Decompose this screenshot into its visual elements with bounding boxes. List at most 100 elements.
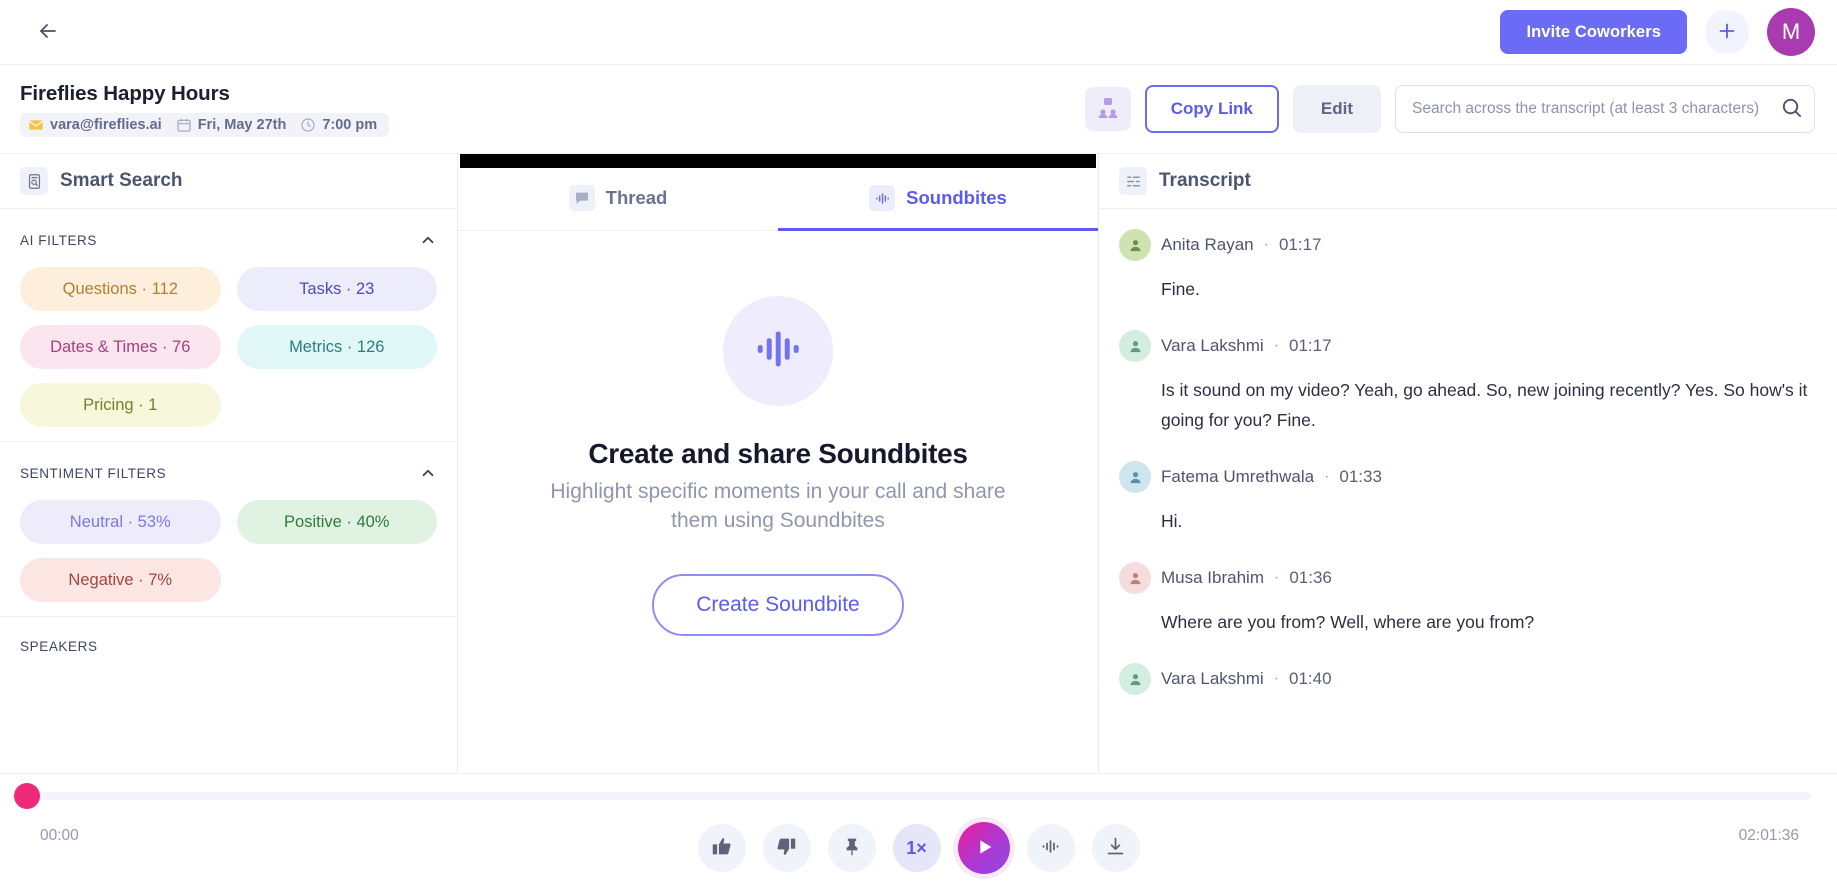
thread-icon [568, 185, 595, 211]
filter-chip-pricing[interactable]: Pricing · 1 [20, 383, 221, 427]
play-button[interactable] [957, 822, 1010, 874]
waveform-icon [1040, 836, 1061, 860]
ai-filters-section: AI FILTERS Questions · 112 Tasks · 23 Da… [0, 209, 457, 442]
playhead-handle[interactable] [14, 783, 40, 809]
transcript-lines-icon [1119, 167, 1147, 195]
filter-chip-tasks[interactable]: Tasks · 23 [236, 267, 437, 311]
filter-chip-neutral[interactable]: Neutral · 53% [20, 500, 221, 544]
tab-soundbites[interactable]: Soundbites [778, 168, 1098, 231]
transcript-entry-header: Musa Ibrahim · 01:36 [1119, 562, 1809, 595]
smart-search-sidebar: Smart Search AI FILTERS Questions · 112 … [0, 154, 458, 773]
transcript-entry[interactable]: Vara Lakshmi · 01:40 [1119, 663, 1809, 696]
create-soundbite-button[interactable]: Create Soundbite [652, 573, 904, 636]
speakers-header[interactable]: SPEAKERS [20, 639, 437, 654]
speaker-timestamp[interactable]: 01:17 [1279, 235, 1322, 255]
sentiment-filter-chips: Neutral · 53% Positive · 40% Negative · … [20, 500, 437, 602]
center-panel: Thread Soundbites Create and share Sound… [458, 154, 1099, 773]
empty-state-title: Create and share Soundbites [588, 438, 968, 469]
meta-time: 7:00 pm [300, 117, 377, 133]
top-bar-actions: Invite Coworkers M [1500, 8, 1815, 56]
user-avatar[interactable]: M [1767, 8, 1815, 56]
thumbs-down-button[interactable] [762, 824, 811, 872]
filter-chip-positive[interactable]: Positive · 40% [236, 500, 437, 544]
ai-filters-header[interactable]: AI FILTERS [20, 231, 437, 249]
meeting-meta: vara@fireflies.ai Fri, May 27th 7:00 pm [20, 112, 390, 137]
playback-speed-button[interactable]: 1× [892, 824, 941, 872]
sentiment-filters-header[interactable]: SENTIMENT FILTERS [20, 464, 437, 482]
share-people-button[interactable] [1084, 87, 1131, 131]
play-icon [973, 836, 995, 861]
filters-scroll-area[interactable]: AI FILTERS Questions · 112 Tasks · 23 Da… [0, 209, 457, 773]
smart-search-title: Smart Search [60, 170, 183, 191]
transcript-text: Hi. [1161, 511, 1183, 532]
add-button[interactable] [1705, 10, 1749, 54]
clock-icon [300, 117, 316, 133]
speaker-avatar [1119, 330, 1151, 363]
transcript-panel: Transcript Anita Rayan · 01:17 Fine. Var… [1099, 154, 1837, 773]
filter-chip-negative[interactable]: Negative · 7% [20, 558, 221, 602]
transcript-entry[interactable]: Anita Rayan · 01:17 Fine. [1119, 229, 1809, 304]
thumbs-down-icon [776, 836, 797, 860]
transcript-search [1395, 85, 1815, 133]
seek-track[interactable] [14, 783, 1811, 809]
transcript-entry[interactable]: Musa Ibrahim · 01:36 Where are you from?… [1119, 562, 1809, 637]
separator-dot: · [1263, 236, 1269, 253]
transcript-entry-header: Fatema Umrethwala · 01:33 [1119, 461, 1809, 494]
speaker-avatar [1119, 663, 1151, 696]
transcript-list[interactable]: Anita Rayan · 01:17 Fine. Vara Lakshmi ·… [1099, 209, 1837, 773]
transcript-text: Where are you from? Well, where are you … [1161, 612, 1535, 633]
edit-button[interactable]: Edit [1292, 85, 1381, 133]
arrow-left-icon [36, 19, 60, 46]
playback-speed-label: 1× [906, 837, 927, 858]
soundbite-waveform-icon [751, 322, 805, 381]
calendar-icon [176, 117, 192, 133]
search-input[interactable] [1395, 85, 1815, 133]
speaker-timestamp[interactable]: 01:17 [1289, 336, 1332, 356]
invite-coworkers-button[interactable]: Invite Coworkers [1500, 10, 1687, 54]
separator-dot: · [1324, 468, 1330, 486]
speaker-timestamp[interactable]: 01:33 [1339, 467, 1382, 487]
chevron-up-icon[interactable] [419, 231, 437, 249]
tab-thread[interactable]: Thread [458, 168, 778, 231]
speaker-timestamp[interactable]: 01:36 [1289, 568, 1332, 588]
speaker-avatar [1119, 461, 1151, 494]
speaker-timestamp[interactable]: 01:40 [1289, 669, 1332, 689]
transcript-entry[interactable]: Vara Lakshmi · 01:17 Is it sound on my v… [1119, 330, 1809, 435]
soundbite-waveform-icon [869, 185, 896, 211]
search-submit-button[interactable] [1780, 96, 1803, 122]
search-icon [1780, 96, 1803, 122]
transcript-entry-header: Vara Lakshmi · 01:40 [1119, 663, 1809, 696]
transcript-entry-header: Anita Rayan · 01:17 [1119, 229, 1809, 261]
pin-icon [842, 837, 862, 860]
soundbites-empty-state: Create and share Soundbites Highlight sp… [458, 231, 1098, 773]
waveform-button[interactable] [1026, 824, 1075, 872]
transcript-entry[interactable]: Fatema Umrethwala · 01:33 Hi. [1119, 461, 1809, 536]
meeting-info: Fireflies Happy Hours vara@fireflies.ai [20, 82, 390, 137]
app-root: Invite Coworkers M Fireflies Happy Hours [0, 0, 1837, 883]
speaker-name: Musa Ibrahim [1161, 568, 1264, 588]
filter-chip-metrics[interactable]: Metrics · 126 [236, 325, 437, 369]
transcript-text: Fine. [1161, 279, 1200, 299]
filter-chip-dates-times[interactable]: Dates & Times · 76 [20, 325, 221, 369]
center-tabs: Thread Soundbites [458, 168, 1098, 231]
back-button[interactable] [28, 12, 68, 52]
meta-time-text: 7:00 pm [322, 116, 378, 133]
main-content: Smart Search AI FILTERS Questions · 112 … [0, 153, 1837, 773]
video-player-strip[interactable] [460, 154, 1096, 168]
empty-state-illustration [723, 296, 833, 406]
chevron-up-icon[interactable] [419, 464, 437, 482]
envelope-icon [28, 117, 44, 133]
speaker-avatar [1119, 229, 1151, 261]
sentiment-filters-label: SENTIMENT FILTERS [20, 465, 167, 481]
pin-button[interactable] [827, 824, 876, 872]
transcript-header: Transcript [1099, 154, 1837, 209]
download-button[interactable] [1091, 824, 1140, 872]
empty-state-subtitle: Highlight specific moments in your call … [550, 480, 1006, 532]
thumbs-up-button[interactable] [697, 824, 746, 872]
filter-chip-questions[interactable]: Questions · 112 [20, 267, 221, 311]
copy-link-button[interactable]: Copy Link [1144, 85, 1279, 133]
transcript-text: Is it sound on my video? Yeah, go ahead.… [1161, 380, 1808, 431]
speaker-name: Fatema Umrethwala [1161, 467, 1315, 487]
speakers-label: SPEAKERS [20, 639, 98, 654]
top-bar: Invite Coworkers M [0, 0, 1837, 65]
